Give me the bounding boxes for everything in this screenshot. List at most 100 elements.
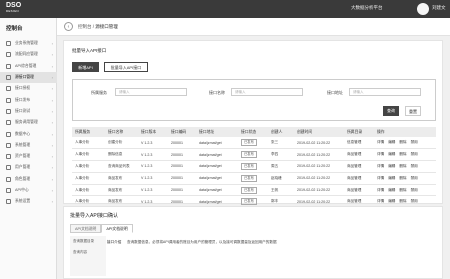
menu-icon bbox=[6, 188, 11, 193]
row-action-link[interactable]: 详情 bbox=[377, 140, 384, 144]
column-header[interactable]: 所属目录 bbox=[344, 127, 374, 137]
sidebar-item[interactable]: 源接口管理 › bbox=[0, 71, 57, 84]
sidebar-item[interactable]: 资产管理 › bbox=[0, 151, 57, 162]
sidebar-item-label: 资产管理 bbox=[15, 154, 31, 159]
status-badge: 已发布 bbox=[241, 139, 257, 147]
table-row[interactable]: 人事分析 创建分析 V 1.2.3 200001 data/jzmat/get 已发布 张三… bbox=[72, 137, 436, 150]
sidebar-item-label: 接口测试 bbox=[15, 108, 31, 113]
table-cell: 200001 bbox=[168, 160, 196, 173]
row-action-link[interactable]: 编辑 bbox=[388, 164, 395, 168]
row-action-link[interactable]: 编辑 bbox=[388, 188, 395, 192]
sidebar-item-label: 用户管理 bbox=[15, 165, 31, 170]
row-action-link[interactable]: 详情 bbox=[377, 199, 384, 203]
filter-name-input[interactable]: 请输入 bbox=[231, 88, 303, 96]
table-cell: 商品管理 bbox=[344, 172, 374, 185]
query-button[interactable]: 查询 bbox=[383, 106, 399, 116]
row-action-link[interactable]: 禁用 bbox=[411, 176, 418, 180]
api-table: 所属服务 接口名称 接口版本 接口编码 接口地址 接口状态 创建人 创建时间 所属目录 操作 人事… bbox=[72, 127, 436, 209]
table-cell: 2019-02-02 11:20:22 bbox=[294, 172, 344, 185]
column-header[interactable]: 所属服务 bbox=[72, 127, 105, 137]
row-action-link[interactable]: 详情 bbox=[377, 176, 384, 180]
column-header[interactable]: 接口地址 bbox=[196, 127, 238, 137]
column-header[interactable]: 接口版本 bbox=[138, 127, 168, 137]
row-action-link[interactable]: 编辑 bbox=[388, 199, 395, 203]
row-action-link[interactable]: 删除 bbox=[399, 188, 406, 192]
tab-api-doc-2[interactable]: API文档说明 bbox=[101, 224, 133, 233]
app-logo[interactable]: DSO DESIGN bbox=[6, 2, 32, 15]
sidebar-item-label: 接口授权 bbox=[15, 86, 31, 91]
actions-cell: 详情 编辑 删除 禁用 bbox=[374, 172, 436, 185]
table-cell: 查询商品列表 bbox=[105, 160, 138, 173]
chevron-right-icon: › bbox=[51, 41, 53, 47]
table-row[interactable]: 人事分析 商品发布 V 1.2.3 200001 data/jzmat/get 已发布 赵晓… bbox=[72, 172, 436, 185]
status-cell: 已发布 bbox=[238, 172, 268, 185]
filter-service-input[interactable]: 请输入 bbox=[115, 88, 187, 96]
table-row[interactable]: 人事分析 商品发布 V 1.2.3 200001 data/jzmat/get 已发布 王帆… bbox=[72, 184, 436, 197]
table-row[interactable]: 人事分析 查询商品列表 V 1.2.3 200001 data/jzmat/get 已发布… bbox=[72, 160, 436, 173]
doc-side-item[interactable]: 查询内容 bbox=[70, 247, 106, 258]
row-action-link[interactable]: 禁用 bbox=[411, 152, 418, 156]
breadcrumb-root[interactable]: 控制台 bbox=[78, 24, 92, 29]
column-header[interactable]: 操作 bbox=[374, 127, 436, 137]
row-action-link[interactable]: 删除 bbox=[399, 140, 406, 144]
column-header[interactable]: 接口编码 bbox=[168, 127, 196, 137]
table-cell: V 1.2.3 bbox=[138, 160, 168, 173]
column-header[interactable]: 接口状态 bbox=[238, 127, 268, 137]
row-action-link[interactable]: 删除 bbox=[399, 199, 406, 203]
row-action-link[interactable]: 详情 bbox=[377, 152, 384, 156]
sidebar-item[interactable]: 流配同应管理 › bbox=[0, 49, 57, 60]
filter-address-label: 接口地址 bbox=[327, 90, 343, 95]
row-action-link[interactable]: 详情 bbox=[377, 164, 384, 168]
row-action-link[interactable]: 禁用 bbox=[411, 164, 418, 168]
table-cell: 200001 bbox=[168, 172, 196, 185]
table-row[interactable]: 人事分析 删除信息 V 1.2.3 200001 data/jzmat/get 已发布 李四… bbox=[72, 148, 436, 162]
back-icon[interactable]: ‹ bbox=[64, 22, 73, 31]
sidebar-item[interactable]: 服务调用管理 › bbox=[0, 117, 57, 128]
sidebar-item[interactable]: API中心 › bbox=[0, 185, 57, 196]
column-header[interactable]: 接口名称 bbox=[105, 127, 138, 137]
row-action-link[interactable]: 编辑 bbox=[388, 152, 395, 156]
breadcrumb-current: 源接口管理 bbox=[95, 24, 118, 29]
sidebar-item[interactable]: 角色管理 › bbox=[0, 174, 57, 185]
table-cell: 2019-02-02 11:20:22 bbox=[294, 137, 344, 150]
new-api-button[interactable]: 新增API bbox=[72, 62, 99, 72]
username[interactable]: 刘建文 bbox=[432, 5, 446, 11]
table-cell: 人事分析 bbox=[72, 172, 105, 185]
sidebar-item-label: 业务系统管理 bbox=[15, 41, 38, 46]
sidebar-item[interactable]: 接口测试 › bbox=[0, 106, 57, 117]
row-action-link[interactable]: 删除 bbox=[399, 176, 406, 180]
doc-side-item[interactable]: 查询数据目录 bbox=[70, 236, 106, 247]
avatar[interactable] bbox=[417, 3, 429, 15]
column-header[interactable]: 创建人 bbox=[268, 127, 294, 137]
sidebar-item[interactable]: 用户管理 › bbox=[0, 162, 57, 173]
sidebar-item[interactable]: 系统管理 › bbox=[0, 140, 57, 151]
filter-address-input[interactable]: 请输入 bbox=[349, 88, 421, 96]
row-action-link[interactable]: 详情 bbox=[377, 188, 384, 192]
sidebar-item[interactable]: API综合管理 › bbox=[0, 61, 57, 72]
batch-import-button[interactable]: 批量导入API接口 bbox=[104, 62, 148, 72]
sidebar-item-label: 源接口管理 bbox=[15, 75, 34, 80]
row-action-link[interactable]: 禁用 bbox=[411, 199, 418, 203]
sidebar-item[interactable]: 业务系统管理 › bbox=[0, 38, 57, 49]
row-action-link[interactable]: 删除 bbox=[399, 164, 406, 168]
chevron-right-icon: › bbox=[51, 154, 53, 160]
row-action-link[interactable]: 删除 bbox=[399, 152, 406, 156]
sidebar-item[interactable]: 接口发布 › bbox=[0, 94, 57, 105]
sidebar-item[interactable]: 接口授权 › bbox=[0, 83, 57, 94]
row-action-link[interactable]: 编辑 bbox=[388, 176, 395, 180]
import-confirm-panel: 批量导入API接口确认 API文档说明 API文档说明 查询数据目录 查询内容 … bbox=[63, 206, 443, 279]
menu-icon bbox=[6, 142, 11, 148]
menu-icon bbox=[6, 52, 11, 58]
row-action-link[interactable]: 禁用 bbox=[411, 140, 418, 144]
tab-api-doc-1[interactable]: API文档说明 bbox=[70, 224, 102, 233]
reset-button[interactable]: 重置 bbox=[405, 106, 421, 116]
doc-tabs: API文档说明 API文档说明 bbox=[70, 224, 133, 233]
table-cell: V 1.2.3 bbox=[138, 148, 168, 162]
row-action-link[interactable]: 编辑 bbox=[388, 140, 395, 144]
table-header: 所属服务 接口名称 接口版本 接口编码 接口地址 接口状态 创建人 创建时间 所属目录 操作 bbox=[72, 127, 436, 137]
row-action-link[interactable]: 禁用 bbox=[411, 188, 418, 192]
column-header[interactable]: 创建时间 bbox=[294, 127, 344, 137]
sidebar-item[interactable]: 系统设置 › bbox=[0, 196, 57, 207]
status-badge: 已发布 bbox=[241, 174, 257, 182]
sidebar-item[interactable]: 数据中心 › bbox=[0, 128, 57, 139]
